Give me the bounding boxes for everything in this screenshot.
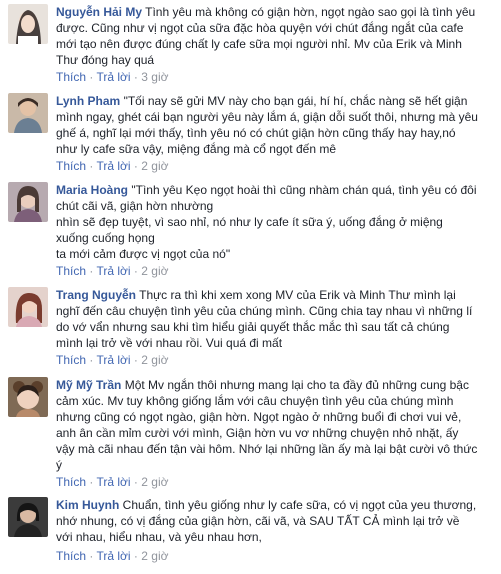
comment-line: Chuẩn, tình yêu giống như ly cafe sữa, c… [119,498,477,512]
reply-link[interactable]: Trả lời [96,549,130,563]
timestamp[interactable]: 2 giờ [141,549,168,563]
comment-line: với nhau, hiểu nhau, và yêu nhau hơn, [56,530,262,544]
separator: · [89,70,94,84]
reply-link[interactable]: Trả lời [96,475,130,489]
separator: · [89,159,94,173]
like-link[interactable]: Thích [56,264,86,278]
comment-actions: Thích · Trả lời · 2 giờ [56,264,168,278]
comment-actions: Thích · Trả lời · 2 giờ [56,549,168,563]
comment-line: "Tình yêu Kẹo ngọt hoài thì cũng nhàm ch… [128,183,477,197]
comment-line: ý [56,458,62,472]
comment-actions: Thích · Trả lời · 2 giờ [56,159,168,173]
timestamp[interactable]: 3 giờ [141,70,168,84]
comment-text: Lynh Pham "Tối nay sẽ gửi MV này cho bạn… [56,93,492,157]
avatar[interactable] [8,377,48,417]
comment-line: nhưng cũng có ngọt ngào, giận hờn. Ngọt … [56,410,462,424]
comment-text: Mỹ Mỹ Trần Một Mv ngắn thôi nhưng mang l… [56,377,492,473]
comment-text: Trang Nguyễn Thực ra thì khi xem xong MV… [56,287,492,351]
author-name[interactable]: Lynh Pham [56,94,120,108]
author-name[interactable]: Nguyễn Hải My [56,5,142,19]
timestamp[interactable]: 2 giờ [141,353,168,367]
separator: · [133,353,138,367]
like-link[interactable]: Thích [56,549,86,563]
avatar[interactable] [8,93,48,133]
comment-text: Kim Huynh Chuẩn, tình yêu giống như ly c… [56,497,492,545]
author-name[interactable]: Trang Nguyễn [56,288,136,302]
comment-line: được. Cũng như vị ngọt của sữa đặc hòa q… [56,21,464,35]
comment-line: do vớ vẩn nhưng sau khi tìm hiểu giải qu… [56,320,450,334]
author-name[interactable]: Maria Hoàng [56,183,128,197]
timestamp[interactable]: 2 giờ [141,264,168,278]
comment-line: Một Mv ngắn thôi nhưng mang lại cho ta đ… [121,378,469,392]
author-name[interactable]: Mỹ Mỹ Trần [56,378,121,392]
comment-line: Thực ra thì khi xem xong MV của Erik và … [136,288,456,302]
comment-line: Thư đóng hay quá [56,53,155,67]
reply-link[interactable]: Trả lời [96,70,130,84]
comment-line: cảm xúc. Mv tuy không giống lắm với câu … [56,394,454,408]
separator: · [133,475,138,489]
comment-line: nhìn sẽ đẹp tuyệt, vì sao nhỉ, nó như ly… [56,215,443,229]
avatar[interactable] [8,4,48,44]
comment-line: anh ân cần mỉm cười với mình, Giận hờn v… [56,426,459,440]
comment-actions: Thích · Trả lời · 2 giờ [56,475,168,489]
timestamp[interactable]: 2 giờ [141,159,168,173]
reply-link[interactable]: Trả lời [96,159,130,173]
comment-actions: Thích · Trả lời · 3 giờ [56,70,168,84]
separator: · [89,353,94,367]
separator: · [133,159,138,173]
separator: · [133,549,138,563]
separator: · [133,264,138,278]
reply-link[interactable]: Trả lời [96,264,130,278]
comment-line: ghế á, nghĩ lại mới thấy, tình yêu nó có… [56,126,456,140]
comment-line: mình lại trở về với nhau rồi. Vui quá đi… [56,336,283,350]
avatar[interactable] [8,182,48,222]
comment-line: xuống cuống họng [56,231,155,245]
comment-line: mới tạo nên được đúng chất ly cafe sữa m… [56,37,462,51]
author-name[interactable]: Kim Huynh [56,498,119,512]
comment-line: mình ngay, ghét cái bạn người yêu này lắ… [56,110,478,124]
reply-link[interactable]: Trả lời [96,353,130,367]
avatar[interactable] [8,497,48,537]
comment-text: Maria Hoàng "Tình yêu Kẹo ngọt hoài thì … [56,182,492,262]
avatar[interactable] [8,287,48,327]
separator: · [133,70,138,84]
separator: · [89,475,94,489]
comment-line: Tình yêu mà không có giận hờn, ngọt ngào… [142,5,476,19]
timestamp[interactable]: 2 giờ [141,475,168,489]
comment-line: nhớ nhung, có vị đắng của giận hờn, cãi … [56,514,460,528]
comment-line: vậy mà cãi nhau đến tận vài hôm. Nhớ lại… [56,442,478,456]
comment-feed: Nguyễn Hải My Tình yêu mà không có giận … [0,0,501,574]
comment-line: như ly cafe sữa vậy, miệng đắng mà cổ ng… [56,142,336,156]
separator: · [89,264,94,278]
comment-text: Nguyễn Hải My Tình yêu mà không có giận … [56,4,492,68]
separator: · [89,549,94,563]
like-link[interactable]: Thích [56,159,86,173]
comment-actions: Thích · Trả lời · 2 giờ [56,353,168,367]
comment-line: "Tối nay sẽ gửi MV này cho bạn gái, hí h… [120,94,468,108]
like-link[interactable]: Thích [56,353,86,367]
like-link[interactable]: Thích [56,475,86,489]
like-link[interactable]: Thích [56,70,86,84]
comment-line: chút cãi vã, giận hờn nhường [56,199,214,213]
comment-line: nghĩ đến câu chuyện tình yêu của chúng m… [56,304,473,318]
comment-line: ta mới cảm được vị ngọt của nó" [56,247,231,261]
